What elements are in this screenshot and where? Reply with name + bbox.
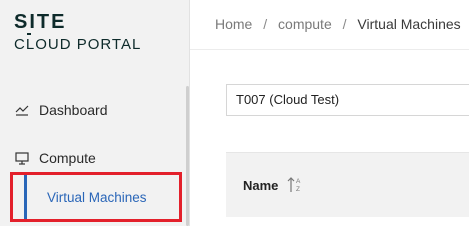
column-header-name[interactable]: Name <box>243 178 278 193</box>
sidebar: SITE CL OUD PORTAL Dashboard Compute Vir… <box>0 0 190 226</box>
logo[interactable]: SITE CL OUD PORTAL <box>14 12 141 52</box>
sidebar-item-dashboard[interactable]: Dashboard <box>0 100 188 120</box>
breadcrumb: Home / compute / Virtual Machines <box>215 16 461 32</box>
breadcrumb-compute[interactable]: compute <box>278 16 332 32</box>
logo-subtitle-l: L <box>26 33 35 53</box>
chart-line-icon <box>14 102 30 118</box>
logo-title: SITE <box>14 11 67 33</box>
svg-text:Z: Z <box>296 186 300 193</box>
sidebar-scrollbar[interactable] <box>186 86 189 226</box>
logo-accent-mark <box>26 33 31 35</box>
breadcrumb-separator: / <box>342 16 347 32</box>
monitor-icon <box>14 150 30 166</box>
sidebar-item-compute[interactable]: Compute <box>0 148 188 168</box>
breadcrumb-home[interactable]: Home <box>215 16 252 32</box>
logo-subtitle-text: CL OUD PORTAL <box>14 33 142 53</box>
sidebar-subitem-label: Virtual Machines <box>47 190 147 205</box>
logo-subtitle: CL OUD PORTAL <box>14 33 142 53</box>
sort-alpha-icon[interactable]: A Z <box>287 175 303 195</box>
sidebar-item-virtual-machines[interactable]: Virtual Machines <box>10 172 182 222</box>
sidebar-item-label: Compute <box>39 150 96 166</box>
logo-subtitle-rest: OUD PORTAL <box>35 36 142 53</box>
active-indicator <box>24 175 27 219</box>
breadcrumb-separator: / <box>263 16 268 32</box>
table-header: Name A Z <box>226 152 469 217</box>
logo-subtitle-c: C <box>14 36 26 53</box>
tenant-select[interactable]: T007 (Cloud Test) <box>226 84 469 116</box>
sidebar-item-label: Dashboard <box>39 102 108 118</box>
header-divider <box>190 49 469 50</box>
svg-text:A: A <box>296 178 301 185</box>
main-content: Home / compute / Virtual Machines T007 (… <box>190 0 469 226</box>
breadcrumb-current: Virtual Machines <box>357 16 461 32</box>
app-window: SITE CL OUD PORTAL Dashboard Compute Vir… <box>0 0 469 226</box>
